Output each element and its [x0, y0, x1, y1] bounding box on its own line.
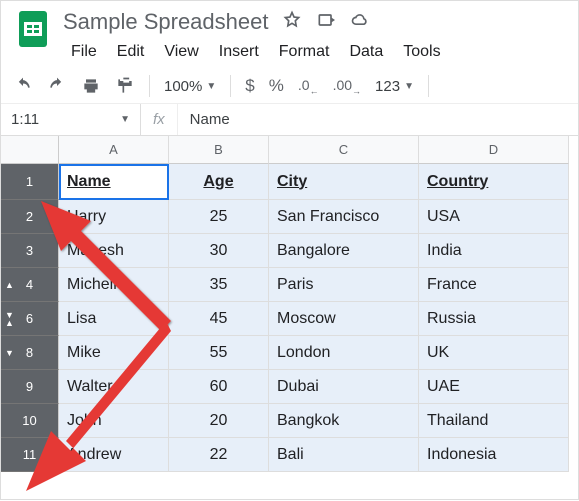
- redo-button[interactable]: [47, 76, 67, 96]
- cell[interactable]: USA: [419, 200, 569, 234]
- group-expand-icon[interactable]: ▼▲: [5, 311, 14, 327]
- cell[interactable]: 25: [169, 200, 269, 234]
- row-header-4[interactable]: ▲4: [1, 268, 59, 302]
- cell[interactable]: Lisa: [59, 302, 169, 336]
- table-row: John20BangkokThailand: [59, 404, 578, 438]
- cell[interactable]: Bangalore: [269, 234, 419, 268]
- name-box[interactable]: 1:11▼: [1, 104, 141, 135]
- table-row: Harry25San FranciscoUSA: [59, 200, 578, 234]
- row-header-11[interactable]: 11: [1, 438, 59, 472]
- cell[interactable]: Andrew: [59, 438, 169, 472]
- cell[interactable]: 55: [169, 336, 269, 370]
- menu-view[interactable]: View: [156, 39, 206, 65]
- cell[interactable]: Age: [169, 164, 269, 200]
- cell[interactable]: Indonesia: [419, 438, 569, 472]
- percent-button[interactable]: %: [269, 76, 284, 96]
- menu-data[interactable]: Data: [341, 39, 391, 65]
- cell[interactable]: London: [269, 336, 419, 370]
- fx-label: fx: [141, 104, 178, 135]
- table-row: Walter60DubaiUAE: [59, 370, 578, 404]
- cell[interactable]: Mike: [59, 336, 169, 370]
- col-header-c[interactable]: C: [269, 136, 419, 164]
- row-header-9[interactable]: 9: [1, 370, 59, 404]
- menu-format[interactable]: Format: [271, 39, 338, 65]
- row-header-8[interactable]: ▼8: [1, 336, 59, 370]
- cell[interactable]: France: [419, 268, 569, 302]
- row-header-1[interactable]: 1: [1, 164, 59, 200]
- table-row: Mahesh30BangaloreIndia: [59, 234, 578, 268]
- cell[interactable]: 30: [169, 234, 269, 268]
- cell[interactable]: 45: [169, 302, 269, 336]
- select-all-corner[interactable]: [1, 136, 59, 164]
- star-icon[interactable]: [282, 10, 302, 35]
- table-row: Mike55LondonUK: [59, 336, 578, 370]
- col-header-d[interactable]: D: [419, 136, 569, 164]
- cell[interactable]: John: [59, 404, 169, 438]
- cell[interactable]: Moscow: [269, 302, 419, 336]
- cell[interactable]: Walter: [59, 370, 169, 404]
- print-button[interactable]: [81, 76, 101, 96]
- group-collapse-icon[interactable]: ▼: [5, 349, 14, 357]
- menu-insert[interactable]: Insert: [211, 39, 267, 65]
- cell[interactable]: India: [419, 234, 569, 268]
- table-row: Michelle35ParisFrance: [59, 268, 578, 302]
- currency-button[interactable]: $: [245, 76, 254, 96]
- cell[interactable]: 35: [169, 268, 269, 302]
- paint-format-button[interactable]: [115, 76, 135, 96]
- col-header-b[interactable]: B: [169, 136, 269, 164]
- cell[interactable]: Bangkok: [269, 404, 419, 438]
- toolbar: 100%▼ $ % .0← .00→ 123▼: [1, 69, 578, 104]
- cell[interactable]: Michelle: [59, 268, 169, 302]
- cell[interactable]: Mahesh: [59, 234, 169, 268]
- doc-title[interactable]: Sample Spreadsheet: [63, 9, 268, 35]
- sheets-logo[interactable]: [13, 9, 53, 49]
- cell[interactable]: Name: [59, 164, 169, 200]
- cell[interactable]: 22: [169, 438, 269, 472]
- menu-edit[interactable]: Edit: [109, 39, 153, 65]
- cell[interactable]: Country: [419, 164, 569, 200]
- menu-tools[interactable]: Tools: [395, 39, 448, 65]
- cell[interactable]: Harry: [59, 200, 169, 234]
- cell[interactable]: San Francisco: [269, 200, 419, 234]
- row-header-3[interactable]: 3: [1, 234, 59, 268]
- row-header-2[interactable]: 2: [1, 200, 59, 234]
- cell[interactable]: Dubai: [269, 370, 419, 404]
- undo-button[interactable]: [13, 76, 33, 96]
- cell[interactable]: Russia: [419, 302, 569, 336]
- increase-decimal-button[interactable]: .00→: [333, 77, 361, 96]
- cell[interactable]: UK: [419, 336, 569, 370]
- row-header-10[interactable]: 10: [1, 404, 59, 438]
- cell[interactable]: Paris: [269, 268, 419, 302]
- cell[interactable]: 20: [169, 404, 269, 438]
- menubar: File Edit View Insert Format Data Tools: [63, 39, 566, 65]
- table-row: Andrew22BaliIndonesia: [59, 438, 578, 472]
- move-icon[interactable]: [316, 10, 336, 35]
- row-header-6[interactable]: ▼▲6: [1, 302, 59, 336]
- table-row: Lisa45MoscowRussia: [59, 302, 578, 336]
- group-collapse-icon[interactable]: ▲: [5, 281, 14, 289]
- cell[interactable]: Thailand: [419, 404, 569, 438]
- cell[interactable]: City: [269, 164, 419, 200]
- cloud-icon[interactable]: [350, 10, 370, 35]
- cell[interactable]: Bali: [269, 438, 419, 472]
- col-header-a[interactable]: A: [59, 136, 169, 164]
- cell[interactable]: 60: [169, 370, 269, 404]
- zoom-dropdown[interactable]: 100%▼: [164, 78, 216, 95]
- decrease-decimal-button[interactable]: .0←: [298, 77, 319, 96]
- formula-bar[interactable]: Name: [178, 111, 242, 128]
- cell[interactable]: UAE: [419, 370, 569, 404]
- menu-file[interactable]: File: [63, 39, 105, 65]
- number-format-dropdown[interactable]: 123▼: [375, 78, 414, 95]
- table-row: Name Age City Country: [59, 164, 578, 200]
